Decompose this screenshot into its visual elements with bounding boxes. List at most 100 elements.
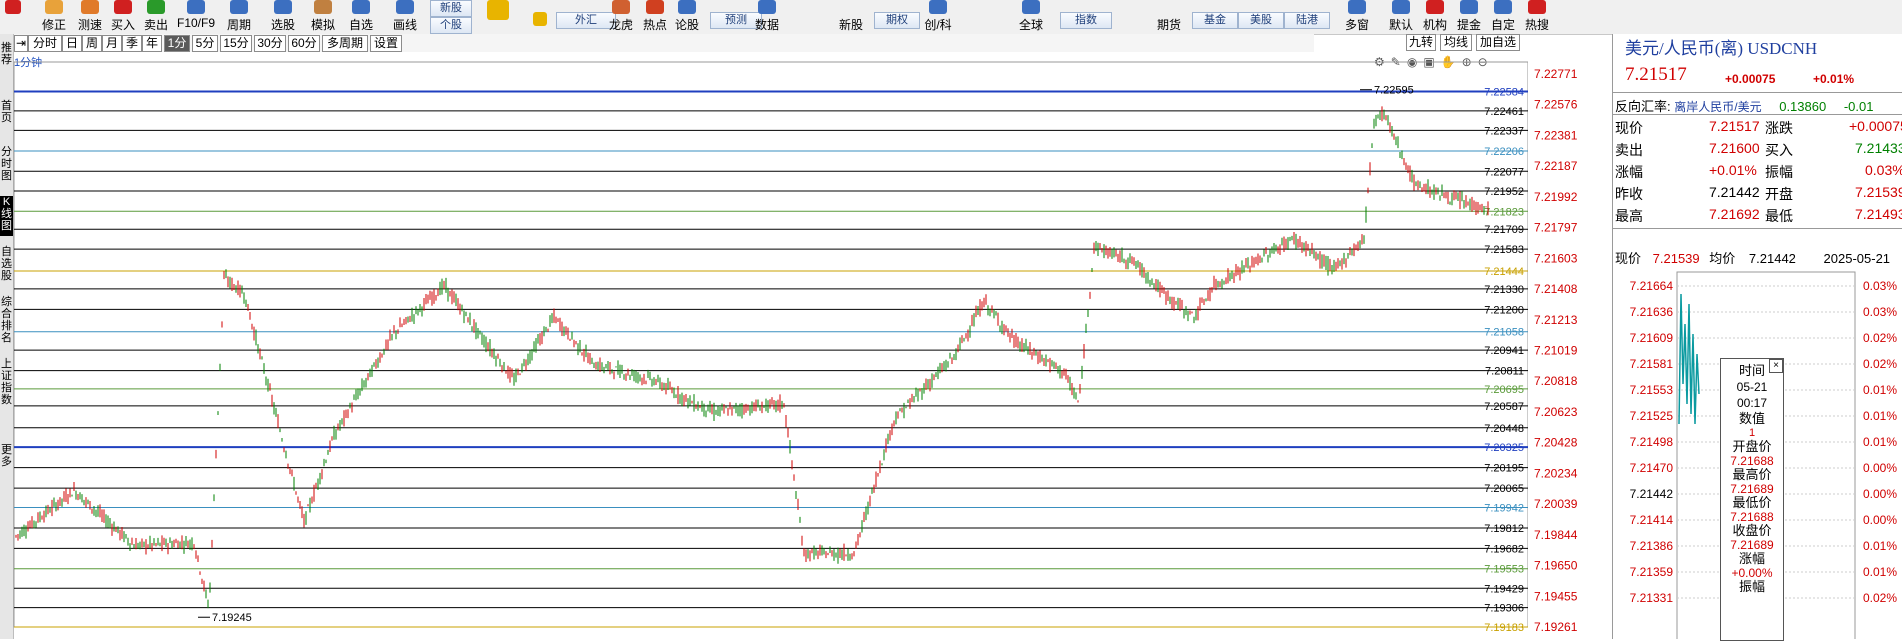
toolbar-data-button[interactable]: 数据	[752, 0, 782, 34]
axis-tick-label: 7.19844	[1534, 528, 1578, 542]
axis-tick-label: 7.22771	[1534, 67, 1578, 81]
toolbar-institution-button[interactable]: 机构	[1420, 0, 1450, 34]
toolbar-back-arrow[interactable]	[484, 0, 512, 34]
toolbar-fix-button[interactable]: 修正	[38, 0, 70, 34]
toolbar-buy-button[interactable]: 买入	[108, 0, 138, 34]
toolbar-star-market-button[interactable]: 创/科	[920, 0, 956, 34]
toolbar-custom-button[interactable]: 自定	[1488, 0, 1518, 34]
mini-left-tick: 7.21525	[1630, 409, 1674, 423]
pencil-icon	[396, 0, 414, 14]
period-quarter[interactable]: 季	[122, 35, 142, 52]
level-label: 7.19942	[1484, 502, 1524, 514]
nine-turn-button[interactable]: 九转	[1406, 34, 1436, 51]
period-year[interactable]: 年	[142, 35, 162, 52]
toolbar-fund-box[interactable]: 基金	[1192, 12, 1238, 29]
quote-row-current: 现价 7.21517 涨跌 +0.00075	[1615, 118, 1902, 136]
axis-tick-label: 7.21992	[1534, 190, 1578, 204]
period-month[interactable]: 月	[102, 35, 122, 52]
mini-left-tick: 7.21609	[1630, 331, 1674, 345]
period-expand-icon[interactable]: ⇥	[14, 35, 28, 52]
arrow-left-icon	[487, 0, 509, 20]
period-15min[interactable]: 15分	[220, 35, 252, 52]
level-label: 7.19682	[1484, 543, 1524, 555]
axis-tick-label: 7.21019	[1534, 344, 1578, 358]
toolbar-hot-search-button[interactable]: 热搜	[1522, 0, 1552, 34]
level-label: 7.21058	[1484, 327, 1524, 339]
level-label: 7.21709	[1484, 224, 1524, 236]
mini-right-tick: 0.01%	[1863, 565, 1897, 579]
close-icon[interactable]: ×	[1769, 359, 1783, 373]
mini-left-tick: 7.21636	[1630, 305, 1674, 319]
period-60min[interactable]: 60分	[288, 35, 320, 52]
mini-price-line	[1678, 293, 1700, 425]
gold-icon	[1460, 0, 1478, 14]
mini-right-tick: 0.01%	[1863, 409, 1897, 423]
mini-left-tick: 7.21581	[1630, 357, 1674, 371]
toolbar-gold-button[interactable]: 提金	[1454, 0, 1484, 34]
toolbar-down-arrow[interactable]	[530, 12, 550, 34]
mini-right-tick: 0.00%	[1863, 487, 1897, 501]
toolbar-us-stock-box[interactable]: 美股	[1238, 12, 1284, 29]
mini-left-tick: 7.21331	[1630, 591, 1674, 605]
toolbar-global-button[interactable]: 全球	[1016, 0, 1046, 34]
level-label: 7.19183	[1484, 622, 1524, 634]
toolbar-newshare-box[interactable]: 新股	[430, 0, 472, 17]
add-watchlist-button[interactable]: 加自选	[1476, 34, 1520, 51]
toolbar-sell-button[interactable]: 卖出	[141, 0, 171, 34]
toolbar-futures-button[interactable]: 期货	[1154, 0, 1184, 34]
toolbar-dragon-tiger-button[interactable]: 龙虎	[606, 0, 636, 34]
kline-chart-area[interactable]: 7.22584 7.22461 7.22337 7.22206 7.22077 7.219…	[0, 52, 1528, 639]
period-1min[interactable]: 1分	[164, 35, 190, 52]
quote-row-bid-ask: 卖出 7.21600 买入 7.21433	[1615, 140, 1902, 158]
kline-chart[interactable]: 7.22584 7.22461 7.22337 7.22206 7.22077 7.219…	[0, 52, 1528, 639]
axis-tick-label: 7.19455	[1534, 589, 1578, 603]
quote-title: 美元/人民币(离) USDCNH	[1625, 39, 1818, 58]
axis-tick-label: 7.21408	[1534, 282, 1578, 296]
level-label: 7.21583	[1484, 244, 1524, 256]
mini-right-tick: 0.03%	[1863, 279, 1897, 293]
period-30min[interactable]: 30分	[254, 35, 286, 52]
mini-left-tick: 7.21442	[1630, 487, 1674, 501]
toolbar-multiwindow-button[interactable]: 多窗	[1340, 0, 1374, 34]
level-label: 7.19812	[1484, 523, 1524, 535]
period-multi[interactable]: 多周期	[322, 35, 368, 52]
toolbar-select-stock-button[interactable]: 选股	[266, 0, 300, 34]
toolbar-speedtest-button[interactable]: 测速	[74, 0, 106, 34]
toolbar-index-box[interactable]: 指数	[1060, 12, 1112, 29]
level-label: 7.20811	[1485, 366, 1524, 378]
level-label: 7.21200	[1484, 304, 1524, 316]
default-icon	[1392, 0, 1410, 14]
toolbar-newshare-button[interactable]: 新股	[836, 0, 866, 34]
period-5min[interactable]: 5分	[192, 35, 218, 52]
axis-tick-label: 7.22187	[1534, 159, 1578, 173]
period-day[interactable]: 日	[62, 35, 82, 52]
right-price-axis: 7.22771 7.22576 7.22381 7.22187 7.21992 7.217…	[1534, 67, 1578, 634]
moving-average-button[interactable]: 均线	[1440, 34, 1472, 51]
custom-icon	[1494, 0, 1512, 14]
toolbar-default-button[interactable]: 默认	[1386, 0, 1416, 34]
axis-tick-label: 7.20818	[1534, 374, 1578, 388]
period-settings[interactable]: 设置	[370, 35, 402, 52]
toolbar-forum-button[interactable]: 论股	[672, 0, 702, 34]
high-marker-label: 7.22595	[1374, 85, 1414, 97]
level-label: 7.20195	[1484, 463, 1524, 475]
star-market-icon	[929, 0, 947, 14]
toolbar-period-button[interactable]: 周期	[222, 0, 256, 34]
data-icon	[758, 0, 776, 14]
toolbar-stock-box[interactable]: 个股	[430, 17, 472, 34]
quote-change-pct: +0.01%	[1813, 72, 1855, 86]
toolbar-hotspot-button[interactable]: 热点	[640, 0, 670, 34]
app-logo-icon[interactable]	[0, 0, 26, 34]
toolbar-watchlist-button[interactable]: 自选	[344, 0, 378, 34]
toolbar-hk-connect-box[interactable]: 陆港	[1284, 12, 1330, 29]
period-timeshare[interactable]: 分时	[28, 35, 62, 52]
axis-tick-label: 7.21213	[1534, 313, 1578, 327]
toolbar-f10-button[interactable]: F10/F9	[174, 0, 218, 34]
toolbar-simulate-button[interactable]: 模拟	[306, 0, 340, 34]
period-week[interactable]: 周	[82, 35, 102, 52]
toolbar-options-box[interactable]: 期权	[874, 12, 920, 29]
toolbar-draw-button[interactable]: 画线	[388, 0, 422, 34]
level-label: 7.22461	[1484, 106, 1524, 118]
level-label: 7.20065	[1484, 483, 1524, 495]
f10-icon	[187, 0, 205, 14]
